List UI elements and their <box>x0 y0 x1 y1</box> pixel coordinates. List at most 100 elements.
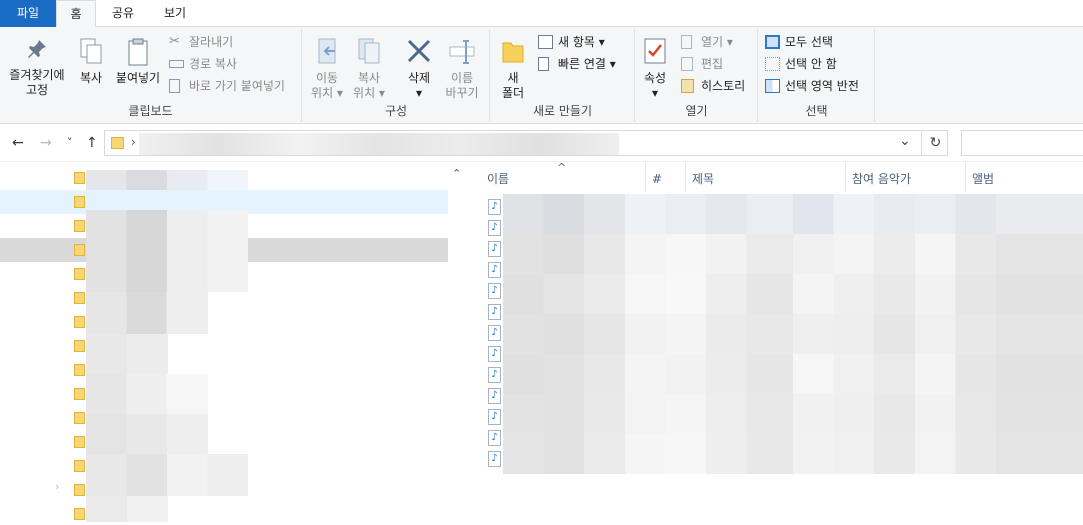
invert-selection-button[interactable]: 선택 영역 반전 <box>765 76 859 96</box>
open-label: 열기 ▾ <box>701 35 733 49</box>
easy-access-button[interactable]: 빠른 연결 ▾ <box>538 54 616 74</box>
open-button[interactable]: 열기 ▾ <box>681 32 733 52</box>
group-select: 모두 선택 선택 안 함 선택 영역 반전 선택 <box>759 29 875 122</box>
folder-icon <box>74 268 85 280</box>
music-file-icon: ♪ <box>488 325 501 341</box>
invert-selection-label: 선택 영역 반전 <box>785 79 859 93</box>
recent-locations-button[interactable]: ˅ <box>67 136 73 149</box>
select-none-label: 선택 안 함 <box>785 57 837 71</box>
pin-icon <box>28 40 46 58</box>
folder-icon <box>74 340 85 352</box>
clipboard-icon <box>128 38 148 66</box>
select-none-icon <box>765 57 780 71</box>
new-item-button[interactable]: 새 항목 ▾ <box>538 32 605 52</box>
folder-icon <box>74 460 85 472</box>
edit-label: 편집 <box>701 57 724 71</box>
path-icon <box>169 60 184 68</box>
shortcut-icon <box>169 79 180 93</box>
paste-shortcut-label: 바로 가기 붙여넣기 <box>189 79 285 93</box>
select-all-label: 모두 선택 <box>785 35 833 49</box>
folder-icon <box>74 172 85 184</box>
copy-button[interactable]: 복사 <box>76 37 106 86</box>
cut-button[interactable]: ✂ 잘라내기 <box>169 32 233 52</box>
paste-button[interactable]: 붙여넣기 <box>112 37 164 86</box>
paste-shortcut-button[interactable]: 바로 가기 붙여넣기 <box>169 76 285 96</box>
folder-icon <box>74 364 85 376</box>
new-group-label: 새로 만들기 <box>532 104 592 118</box>
group-open: 속성 ▾ 열기 ▾ 편집 히스토리 열기 <box>636 29 758 122</box>
music-file-icon: ♪ <box>488 346 501 362</box>
new-folder-button[interactable]: 새 폴더 <box>497 37 529 101</box>
music-file-icon: ♪ <box>488 283 501 299</box>
tab-home[interactable]: 홈 <box>56 0 96 28</box>
group-clipboard: 즐겨찾기에 고정 복사 붙여넣기 ✂ 잘라내기 경로 복사 바로 가기 붙여넣기 … <box>0 29 302 122</box>
paste-label: 붙여넣기 <box>115 71 161 85</box>
search-input[interactable] <box>961 130 1083 156</box>
pin-button[interactable]: 즐겨찾기에 고정 <box>6 37 68 98</box>
music-file-icon: ♪ <box>488 388 501 404</box>
music-file-icon: ♪ <box>488 199 501 215</box>
folder-icon <box>74 484 85 496</box>
open-icon <box>681 35 692 49</box>
move-to-button[interactable]: 이동 위치 ▾ <box>308 37 346 101</box>
breadcrumb-path <box>139 133 619 155</box>
select-group-label: 선택 <box>805 104 828 118</box>
forward-button[interactable]: → <box>40 135 52 151</box>
music-file-icon: ♪ <box>488 262 501 278</box>
column-header-artist[interactable]: 참여 음악가 <box>846 162 966 192</box>
new-item-icon <box>538 35 553 49</box>
clipboard-group-label: 클립보드 <box>128 104 173 118</box>
edit-icon <box>681 57 693 71</box>
group-organize: 이동 위치 ▾ 복사 위치 ▾ 삭제 ▾ 이름 바꾸기 구성 <box>303 29 490 122</box>
organize-group-label: 구성 <box>384 104 408 118</box>
copy-path-button[interactable]: 경로 복사 <box>169 54 237 74</box>
scroll-up-icon[interactable]: ⌃ <box>452 167 461 180</box>
music-file-icon: ♪ <box>488 430 501 446</box>
file-list-pane: ^ 이름 # 제목 참여 음악가 앨범 ♪ ♪ ♪ ♪ ♪ ♪ ♪ ♪ ♪ ♪ … <box>467 161 1083 525</box>
folder-icon <box>74 244 85 256</box>
music-file-icon: ♪ <box>488 220 501 236</box>
column-header-title[interactable]: 제목 <box>686 162 846 192</box>
up-button[interactable]: ↑ <box>86 135 98 151</box>
breadcrumb-separator: › <box>131 135 136 149</box>
edit-button[interactable]: 편집 <box>681 54 723 74</box>
select-none-button[interactable]: 선택 안 함 <box>765 54 837 74</box>
refresh-button[interactable]: ↻ <box>921 131 949 155</box>
properties-button[interactable]: 속성 ▾ <box>639 37 671 101</box>
column-header-number[interactable]: # <box>646 162 686 192</box>
easy-access-icon <box>538 57 549 71</box>
folder-icon <box>74 388 85 400</box>
rename-icon <box>449 40 475 64</box>
copy-icon <box>80 38 102 64</box>
address-dropdown-button[interactable]: ⌄ <box>899 133 911 149</box>
address-box[interactable]: › ⌄ ↻ <box>104 130 948 156</box>
open-group-label: 열기 <box>685 104 708 118</box>
history-button[interactable]: 히스토리 <box>681 76 745 96</box>
folder-icon <box>74 292 85 304</box>
tab-share[interactable]: 공유 <box>103 0 143 27</box>
delete-x-icon <box>407 39 431 63</box>
navigation-pane: › <box>0 162 448 525</box>
column-header-name[interactable]: 이름 <box>481 162 646 192</box>
tab-view[interactable]: 보기 <box>155 0 195 27</box>
move-to-label: 이동 위치 ▾ <box>311 71 343 100</box>
ribbon-tabs: 파일 홈 공유 보기 <box>0 0 1083 28</box>
copy-label: 복사 <box>79 71 103 85</box>
folder-icon <box>74 508 85 520</box>
column-header-album[interactable]: 앨범 <box>966 162 1083 192</box>
rename-label: 이름 바꾸기 <box>445 71 479 100</box>
nav-pane-scrollbar[interactable]: ⌃ <box>449 162 466 525</box>
expand-chevron-icon[interactable]: › <box>55 480 59 493</box>
new-folder-label: 새 폴더 <box>501 71 525 100</box>
delete-label: 삭제 ▾ <box>407 71 431 100</box>
rename-button[interactable]: 이름 바꾸기 <box>442 37 482 101</box>
select-all-button[interactable]: 모두 선택 <box>765 32 833 52</box>
music-file-icon: ♪ <box>488 304 501 320</box>
copy-to-button[interactable]: 복사 위치 ▾ <box>350 37 388 101</box>
back-button[interactable]: ← <box>12 135 24 151</box>
copy-to-label: 복사 위치 ▾ <box>353 71 385 100</box>
delete-button[interactable]: 삭제 ▾ <box>401 37 437 101</box>
tab-file[interactable]: 파일 <box>0 0 56 27</box>
folder-icon <box>74 412 85 424</box>
properties-label: 속성 ▾ <box>643 71 667 100</box>
